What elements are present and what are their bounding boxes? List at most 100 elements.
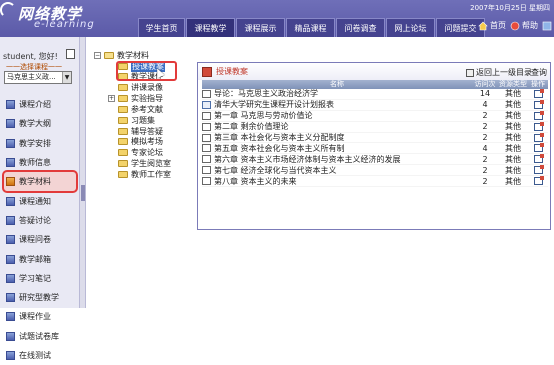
row-name[interactable]: 第三章 本社会化与资本主义分配制度 bbox=[214, 132, 345, 143]
row-name[interactable]: 第八章 资本主义的未来 bbox=[214, 176, 297, 187]
edit-icon[interactable] bbox=[533, 154, 544, 164]
folder-icon bbox=[118, 171, 128, 178]
table-row[interactable]: 导论：马克思主义政治经济学 14 其他 bbox=[202, 88, 548, 100]
edit-icon[interactable] bbox=[533, 143, 544, 153]
edit-icon[interactable] bbox=[533, 110, 544, 120]
settings-icon[interactable] bbox=[66, 49, 75, 59]
table-row[interactable]: 第二章 剩余价值理论 2 其他 bbox=[202, 121, 548, 133]
home-link[interactable]: 首页 bbox=[478, 20, 506, 31]
sidebar-item-label: 教学大纲 bbox=[19, 119, 51, 129]
file-icon bbox=[202, 133, 211, 142]
row-name[interactable]: 第七章 经济全球化与当代资本主义 bbox=[214, 165, 337, 176]
column-views: 访问次数 bbox=[474, 80, 496, 97]
sidebar-item-teacher-info[interactable]: 教师信息 bbox=[4, 153, 76, 172]
app-header: 网络教学 e-learning 2007年10月25日 星期四 学生首页 课程教… bbox=[0, 0, 554, 37]
sidebar-item-syllabus[interactable]: 教学大纲 bbox=[4, 114, 76, 133]
row-name[interactable]: 第一章 马克思与劳动价值论 bbox=[214, 110, 313, 121]
edit-icon[interactable] bbox=[533, 88, 544, 98]
tab-course-showcase[interactable]: 课程展示 bbox=[236, 18, 285, 37]
sidebar-item-questionnaire[interactable]: 课程问卷 bbox=[4, 230, 76, 249]
sidebar-item-exam-bank[interactable]: 试题试卷库 bbox=[4, 327, 76, 346]
sidebar-item-materials[interactable]: 教学材料 bbox=[2, 170, 78, 194]
edit-icon[interactable] bbox=[533, 99, 544, 109]
table-row[interactable]: 清华大学研究生课程开设计划报表 4 其他 bbox=[202, 99, 548, 111]
row-name[interactable]: 导论：马克思主义政治经济学 bbox=[214, 88, 318, 99]
row-type: 其他 bbox=[505, 176, 521, 186]
folder-icon bbox=[118, 160, 128, 167]
sidebar-item-schedule[interactable]: 教学安排 bbox=[4, 134, 76, 153]
sidebar-item-label: 课程通知 bbox=[19, 196, 51, 206]
sidebar-menu: 课程介绍 教学大纲 教学安排 教师信息 教学材料 课程通知 答疑讨论 课程问卷 … bbox=[2, 95, 78, 365]
tree-item-exercises[interactable]: 习题集 bbox=[118, 115, 155, 126]
sidebar-item-research[interactable]: 研究型教学 bbox=[4, 288, 76, 307]
table-row[interactable]: 第三章 本社会化与资本主义分配制度 2 其他 bbox=[202, 132, 548, 144]
tree-item-teacher-studio[interactable]: 教师工作室 bbox=[118, 169, 171, 180]
tab-quality-courses[interactable]: 精品课程 bbox=[286, 18, 335, 37]
row-name[interactable]: 清华大学研究生课程开设计划报表 bbox=[214, 99, 334, 110]
row-views: 4 bbox=[482, 100, 488, 110]
tab-student-home[interactable]: 学生首页 bbox=[138, 18, 185, 37]
tree-item-reading-room[interactable]: 学生阅览室 bbox=[118, 158, 171, 169]
sidebar-item-label: 研究型教学 bbox=[19, 293, 59, 303]
menu-bullet-icon bbox=[6, 138, 15, 148]
edit-icon[interactable] bbox=[533, 121, 544, 131]
sidebar-item-homework[interactable]: 课程作业 bbox=[4, 307, 76, 326]
row-views: 4 bbox=[482, 143, 488, 153]
row-name[interactable]: 第二章 剩余价值理论 bbox=[214, 121, 289, 132]
tree-item-label: 习题集 bbox=[131, 116, 155, 125]
home-link-label: 首页 bbox=[490, 21, 506, 30]
logo-mark bbox=[0, 2, 16, 18]
chevron-down-icon[interactable]: ▼ bbox=[62, 72, 71, 83]
menu-bullet-icon bbox=[6, 273, 15, 283]
tree-item-mock-exam[interactable]: 模拟考场 bbox=[118, 136, 163, 147]
doc-icon bbox=[202, 100, 211, 109]
up-level-link[interactable]: 返回上一级目录 bbox=[466, 67, 532, 78]
tab-course-teaching[interactable]: 课程教学 bbox=[186, 18, 235, 37]
sidebar-item-online-test[interactable]: 在线测试 bbox=[4, 346, 76, 365]
folder-icon bbox=[118, 117, 128, 124]
tree-item-label: 教师工作室 bbox=[131, 170, 171, 179]
sidebar-item-label: 课程问卷 bbox=[19, 235, 51, 245]
table-row[interactable]: 第六章 资本主义市场经济体制与资本主义经济的发展 2 其他 bbox=[202, 154, 548, 166]
sidebar-splitter[interactable] bbox=[80, 37, 86, 308]
row-type: 其他 bbox=[505, 111, 521, 121]
row-name[interactable]: 第五章 资本社会化与资本主义所有制 bbox=[214, 143, 345, 154]
row-views: 2 bbox=[482, 111, 488, 121]
table-row[interactable]: 第一章 马克思与劳动价值论 2 其他 bbox=[202, 110, 548, 122]
edit-icon[interactable] bbox=[533, 176, 544, 186]
help-link[interactable]: 帮助 bbox=[510, 20, 538, 31]
student-greeting: student, 您好! bbox=[3, 52, 58, 61]
edit-icon[interactable] bbox=[533, 132, 544, 142]
tree-item-label: 专家论坛 bbox=[131, 148, 163, 157]
help-link-label: 帮助 bbox=[522, 21, 538, 30]
edit-icon[interactable] bbox=[533, 165, 544, 175]
menu-bullet-icon bbox=[6, 177, 15, 187]
row-views: 2 bbox=[482, 133, 488, 142]
sidebar-item-notes[interactable]: 学习笔记 bbox=[4, 269, 76, 288]
collapse-icon[interactable]: − bbox=[94, 52, 101, 59]
folder-icon bbox=[118, 149, 128, 156]
highlight-box bbox=[116, 61, 177, 81]
splitter-grip[interactable] bbox=[81, 185, 85, 201]
search-link[interactable]: 查询 bbox=[531, 67, 547, 78]
table-row[interactable]: 第八章 资本主义的未来 2 其他 bbox=[202, 176, 548, 188]
row-name[interactable]: 第六章 资本主义市场经济体制与资本主义经济的发展 bbox=[214, 154, 401, 165]
expand-icon[interactable]: + bbox=[108, 95, 115, 102]
table-row[interactable]: 第七章 经济全球化与当代资本主义 2 其他 bbox=[202, 165, 548, 177]
sidebar-item-notices[interactable]: 课程通知 bbox=[4, 191, 76, 210]
sidebar-item-qa[interactable]: 答疑讨论 bbox=[4, 211, 76, 230]
tree-root[interactable]: − 教学材料 bbox=[94, 50, 149, 61]
course-select[interactable]: 马克思主义政... ▼ bbox=[4, 71, 72, 84]
sidebar-item-course-intro[interactable]: 课程介绍 bbox=[4, 95, 76, 114]
tree-item-expert-forum[interactable]: 专家论坛 bbox=[118, 147, 163, 158]
tree-item-lab-guide[interactable]: + 实验指导 bbox=[108, 93, 163, 104]
table-row[interactable]: 第五章 资本社会化与资本主义所有制 4 其他 bbox=[202, 143, 548, 155]
tab-forum[interactable]: 网上论坛 bbox=[386, 18, 435, 37]
tree-item-lecture-video[interactable]: 讲课录像 bbox=[118, 82, 163, 93]
left-sidebar: student, 您好! 一一选择课程一一 马克思主义政... ▼ 课程介绍 教… bbox=[0, 37, 80, 360]
exit-link[interactable] bbox=[542, 20, 552, 31]
sidebar-item-mailbox[interactable]: 教学邮箱 bbox=[4, 249, 76, 268]
tree-item-references[interactable]: 参考文献 bbox=[118, 104, 163, 115]
row-type: 其他 bbox=[505, 165, 521, 175]
tab-survey[interactable]: 问卷调查 bbox=[336, 18, 385, 37]
